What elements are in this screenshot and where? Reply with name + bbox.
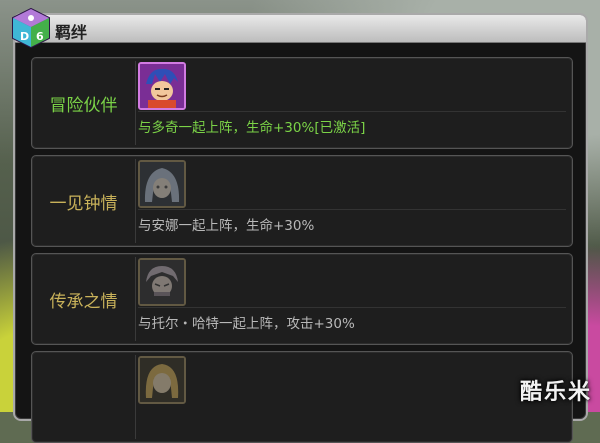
hero-avatar-icon[interactable] — [138, 62, 186, 110]
row-separator — [138, 307, 566, 308]
anna-avatar-icon[interactable] — [138, 160, 186, 208]
bond-row[interactable]: 冒险伙伴 与多奇一起上阵，生命+30%[已激活] — [31, 57, 573, 149]
row-separator — [138, 209, 566, 210]
bond-name: 传承之情 — [49, 291, 118, 312]
bond-row[interactable]: 一见钟情 与安娜一起上阵，生命+30% — [31, 155, 573, 247]
bond-description: 与托尔・哈特一起上阵，攻击+30% — [138, 316, 355, 332]
row-separator — [138, 111, 566, 112]
title-bar: D 6 羁绊 — [12, 7, 586, 49]
bond-description: 与多奇一起上阵，生命+30%[已激活] — [138, 120, 366, 136]
window-title: 羁绊 — [55, 23, 88, 42]
row-divider — [135, 257, 136, 341]
svg-text:6: 6 — [36, 30, 44, 43]
partner-avatar-icon[interactable] — [138, 356, 186, 404]
svg-text:D: D — [20, 30, 29, 43]
bond-description: 与安娜一起上阵，生命+30% — [138, 218, 315, 234]
watermark-logo: 酷乐米 — [519, 380, 592, 405]
dice-logo-icon: D 6 — [12, 7, 50, 49]
bonds-window: D 6 羁绊 冒险伙伴 与多奇一起上阵，生命+30%[已激活] 一见钟情 与安娜… — [12, 7, 588, 443]
bond-name: 一见钟情 — [49, 193, 118, 214]
bond-name: 冒险伙伴 — [49, 95, 118, 116]
bond-row[interactable] — [31, 351, 573, 443]
bond-name — [32, 352, 135, 442]
row-divider — [135, 355, 136, 439]
thor-hart-avatar-icon[interactable] — [138, 258, 186, 306]
row-divider — [135, 159, 136, 243]
bond-row[interactable]: 传承之情 与托尔・哈特一起上阵，攻击+30% — [31, 253, 573, 345]
row-divider — [135, 61, 136, 145]
